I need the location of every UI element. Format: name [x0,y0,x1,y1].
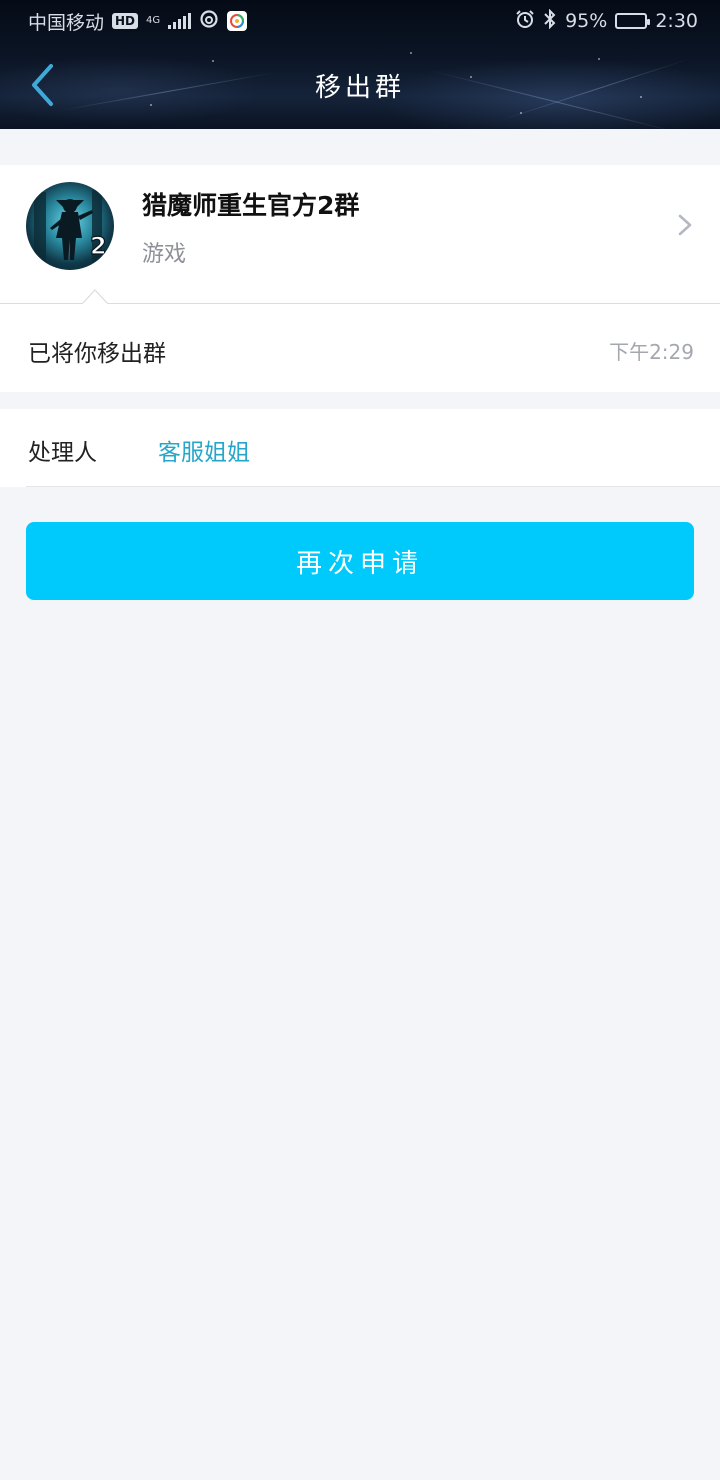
group-info-card[interactable]: 2 [0,165,720,304]
handler-name-link[interactable]: 客服姐姐 [158,433,250,467]
nav-bar: 移出群 [0,42,720,129]
bluetooth-icon [543,8,557,34]
network-type-label: 4G [146,15,161,26]
carrier-label: 中国移动 [28,11,105,34]
card-notch [81,288,109,305]
page-title: 移出群 [314,73,405,103]
battery-icon [615,13,651,29]
back-button[interactable] [22,60,62,110]
alarm-icon [515,9,535,34]
removal-message: 已将你移出群 [28,341,166,367]
apply-again-button[interactable]: 再次申请 [26,522,694,600]
message-time: 下午2:29 [609,340,694,364]
avatar-badge: 2 [90,232,107,260]
divider [26,486,720,487]
signal-icon [168,13,192,29]
group-avatar: 2 [26,182,114,270]
header-background: 中国移动 HD 4G 95% 2:30 移出群 [0,0,720,129]
clock: 2:30 [655,10,698,32]
group-category: 游戏 [142,242,187,267]
hd-icon: HD [112,13,139,29]
network-indicator: 4G [146,16,160,26]
handler-row: 处理人 客服姐姐 [0,409,720,487]
app-icon [227,11,248,31]
battery-percent: 95% [565,10,608,32]
status-bar: 中国移动 HD 4G 95% 2:30 [0,0,720,42]
removal-message-row: 已将你移出群 下午2:29 [0,304,720,392]
chevron-right-icon [674,212,696,238]
handler-label: 处理人 [28,440,97,466]
netease-music-icon [199,9,219,34]
group-name: 猎魔师重生官方2群 [142,191,360,220]
chevron-left-icon [32,64,53,106]
